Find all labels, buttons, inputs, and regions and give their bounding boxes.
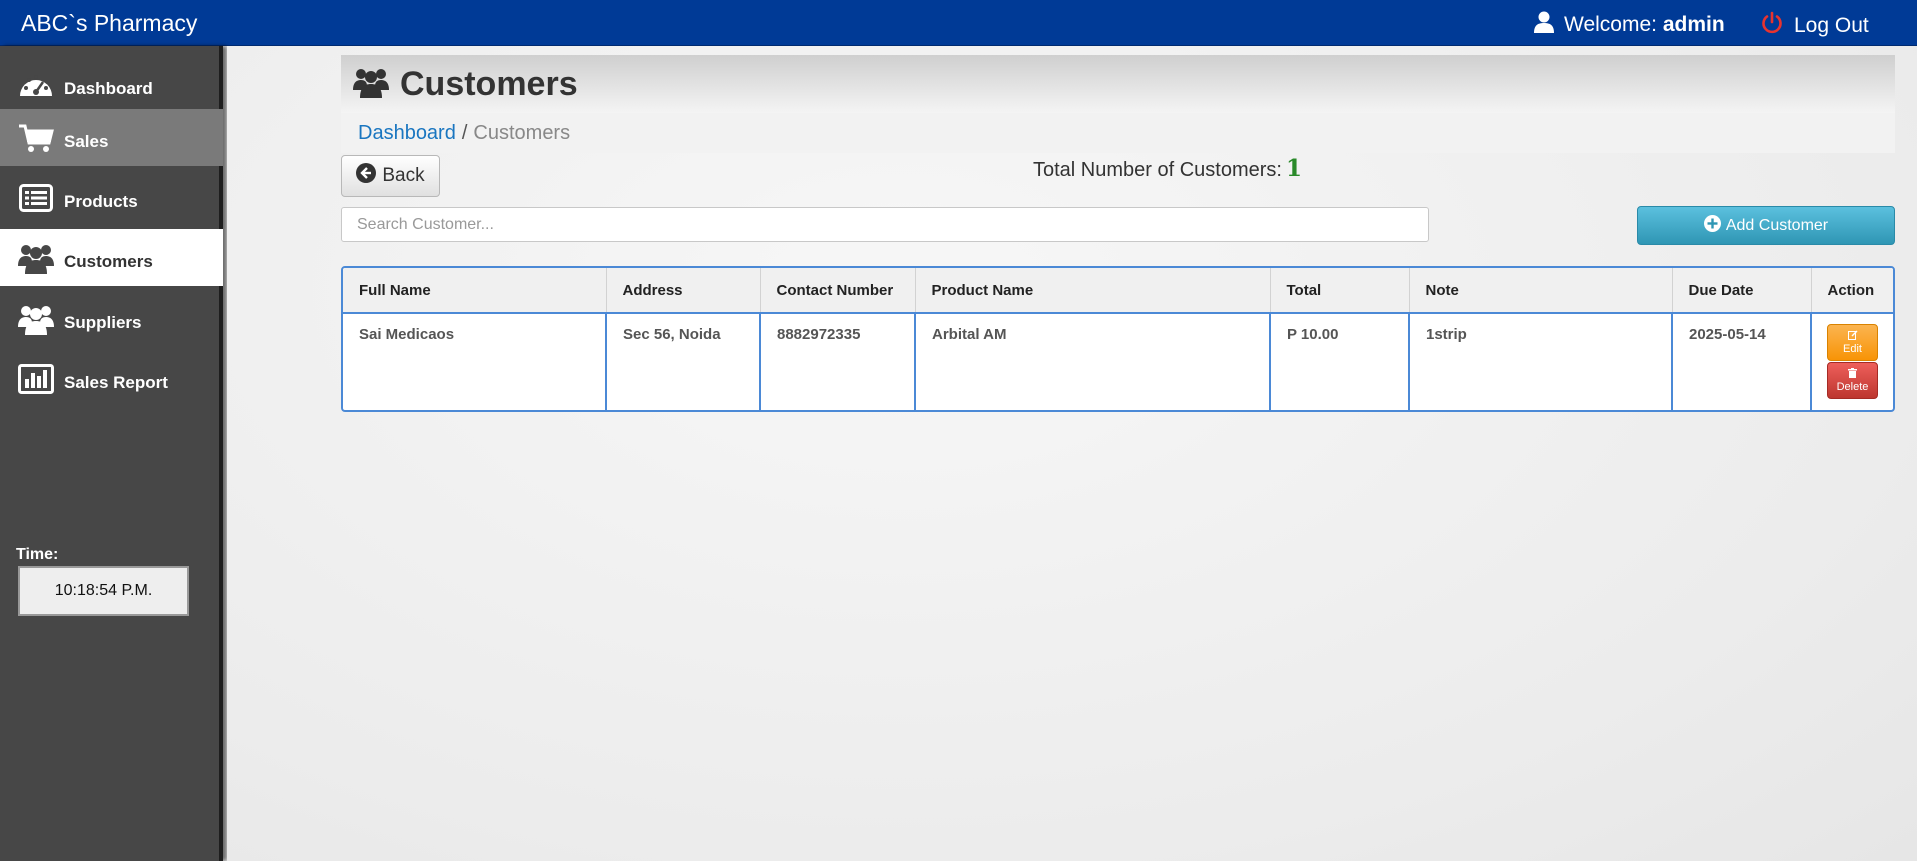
welcome-user: Welcome: admin <box>1534 11 1725 39</box>
list-icon <box>16 183 56 212</box>
edit-icon <box>1847 330 1858 343</box>
cell-note: 1strip <box>1409 313 1673 410</box>
breadcrumb-separator: / <box>461 121 468 144</box>
dashboard-gauge-icon <box>16 70 56 100</box>
column-header: Full Name <box>343 268 607 314</box>
sidebar-item-sales[interactable]: Sales <box>0 109 223 166</box>
column-header: Total <box>1270 268 1410 314</box>
column-header: Due Date <box>1672 268 1812 314</box>
total-count: 1 <box>1285 155 1302 182</box>
sidebar-item-label: Suppliers <box>64 312 142 332</box>
sidebar-item-label: Products <box>64 191 138 211</box>
username: admin <box>1662 13 1725 36</box>
brand-title[interactable]: ABC`s Pharmacy <box>21 10 197 37</box>
sidebar-item-suppliers[interactable]: Suppliers <box>0 290 223 347</box>
cell-action: Edit Delete <box>1811 313 1893 410</box>
power-icon <box>1760 11 1784 41</box>
top-navbar: ABC`s Pharmacy Welcome: admin Log Out <box>0 0 1917 46</box>
sidebar-item-sales-report[interactable]: Sales Report <box>0 350 223 407</box>
column-header: Note <box>1409 268 1673 314</box>
users-icon <box>352 65 390 104</box>
breadcrumb: Dashboard / Customers <box>341 113 1895 153</box>
edit-button[interactable]: Edit <box>1827 324 1878 361</box>
welcome-prefix: Welcome: <box>1564 13 1657 36</box>
add-customer-label: Add Customer <box>1725 216 1829 234</box>
cell-full-name: Sai Medicaos <box>343 313 607 410</box>
sidebar-item-label: Customers <box>64 251 153 271</box>
column-header: Contact Number <box>760 268 916 314</box>
total-label: Total Number of Customers: <box>1033 159 1282 181</box>
trash-icon <box>1848 367 1857 381</box>
sidebar-item-customers[interactable]: Customers <box>0 229 223 286</box>
plus-circle-icon <box>1703 214 1721 237</box>
sidebar: Dashboard Sales Products Customers Suppl… <box>0 46 223 861</box>
total-customers: Total Number of Customers: 1 <box>1033 155 1302 182</box>
customers-table: Full Name Address Contact Number Product… <box>341 266 1895 412</box>
back-label: Back <box>382 165 425 186</box>
breadcrumb-dashboard-link[interactable]: Dashboard <box>358 122 456 145</box>
arrow-left-circle-icon <box>356 163 377 189</box>
table-header-row: Full Name Address Contact Number Product… <box>343 268 1893 314</box>
page-title: Customers <box>400 64 578 103</box>
cell-due-date: 2025-05-14 <box>1672 313 1812 410</box>
users-icon <box>16 242 56 274</box>
edit-label: Edit <box>1843 342 1862 355</box>
logout-label: Log Out <box>1794 14 1869 37</box>
cell-total: P 10.00 <box>1270 313 1410 410</box>
breadcrumb-current: Customers <box>473 121 571 144</box>
sidebar-item-products[interactable]: Products <box>0 169 223 226</box>
sidebar-item-label: Sales <box>64 131 109 151</box>
cell-address: Sec 56, Noida <box>606 313 761 410</box>
delete-button[interactable]: Delete <box>1827 362 1878 399</box>
user-icon <box>1534 11 1554 39</box>
search-input[interactable] <box>341 207 1429 242</box>
bar-chart-icon <box>16 363 56 394</box>
clock-display: 10:18:54 P.M. <box>18 566 189 616</box>
back-button[interactable]: Back <box>341 155 440 197</box>
users-icon <box>16 303 56 335</box>
column-header: Product Name <box>915 268 1271 314</box>
cart-icon <box>16 123 56 153</box>
cell-contact: 8882972335 <box>760 313 916 410</box>
delete-label: Delete <box>1836 380 1869 393</box>
table-row: Sai Medicaos Sec 56, Noida 8882972335 Ar… <box>343 313 1893 410</box>
sidebar-item-label: Sales Report <box>64 372 168 392</box>
page-header: Customers <box>341 55 1895 113</box>
column-header: Address <box>606 268 761 314</box>
sidebar-item-label: Dashboard <box>64 78 153 98</box>
add-customer-button[interactable]: Add Customer <box>1637 206 1895 245</box>
column-header: Action <box>1811 268 1893 314</box>
cell-product: Arbital AM <box>915 313 1271 410</box>
logout-button[interactable]: Log Out <box>1760 11 1869 41</box>
time-label: Time: <box>16 546 59 563</box>
sidebar-item-dashboard[interactable]: Dashboard <box>0 56 223 113</box>
